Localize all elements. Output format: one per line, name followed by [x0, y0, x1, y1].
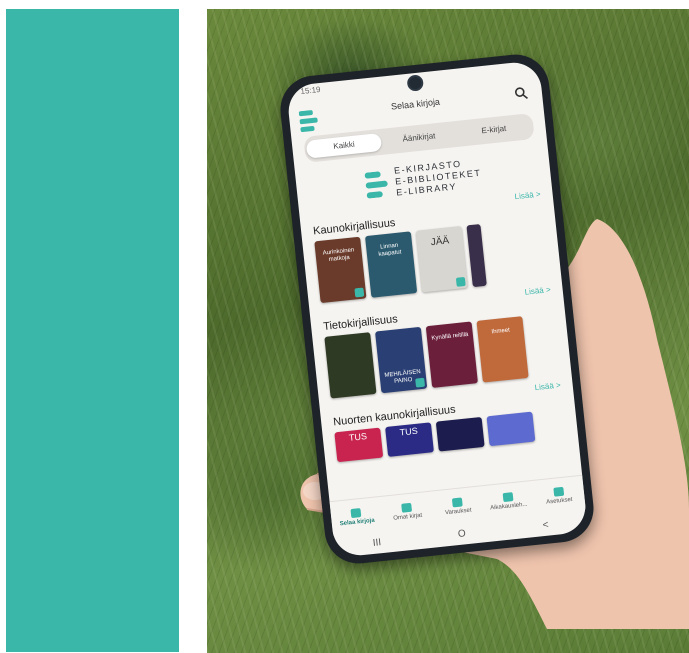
book-cover[interactable] — [466, 224, 487, 288]
cover-title: Linnan kaapatut — [378, 242, 402, 258]
tab-ekirjat[interactable]: E-kirjat — [456, 117, 533, 143]
cover-title: Aurinkoinen matkoja — [322, 247, 355, 264]
book-cover[interactable]: MEHILÄISEN PAINO — [375, 326, 428, 394]
cover-title: TUS — [399, 425, 419, 438]
book-cover[interactable]: Aurinkoinen matkoja — [314, 236, 367, 304]
brand-text: E-KIRJASTO E-BIBLIOTEKET E-LIBRARY — [394, 157, 484, 199]
nav-label: Omat kirjat — [393, 512, 423, 522]
nav-label: Selaa kirjoja — [339, 517, 375, 527]
nav-omat-kirjat[interactable]: Omat kirjat — [380, 492, 434, 531]
status-time: 15:19 — [300, 85, 321, 97]
bookmark-icon — [451, 496, 463, 507]
phone-screen: 15:19 Selaa kirjoja Kaikki Äänikirjat E-… — [285, 60, 589, 558]
nav-selaa-kirjoja[interactable]: Selaa kirjoja — [330, 497, 384, 536]
book-cover[interactable]: TUS — [334, 427, 384, 463]
search-icon[interactable] — [513, 85, 528, 100]
headphones-icon — [415, 377, 426, 388]
cover-title: JÄÄ — [430, 235, 450, 249]
headphones-icon — [455, 276, 466, 287]
headphones-icon — [354, 287, 365, 298]
back-button[interactable]: < — [542, 519, 549, 531]
teal-panel — [6, 9, 179, 652]
magazine-icon — [502, 491, 514, 502]
book-cover[interactable]: Kynällä reitillä — [425, 321, 478, 388]
tab-aanikirjat[interactable]: Äänikirjat — [381, 125, 458, 151]
book-cover[interactable] — [486, 411, 536, 447]
nav-label: Asetukset — [545, 496, 573, 506]
book-cover[interactable]: TUS — [385, 422, 434, 457]
home-button[interactable]: O — [457, 528, 466, 540]
page-title: Selaa kirjoja — [390, 96, 441, 112]
book-cover[interactable] — [435, 416, 485, 452]
book-cover[interactable]: JÄÄ — [415, 225, 468, 293]
book-cover[interactable]: Ihmeet — [476, 316, 529, 383]
nav-label: Varaukset — [444, 507, 472, 516]
smartphone: 15:19 Selaa kirjoja Kaikki Äänikirjat E-… — [277, 51, 597, 567]
bookshelf-icon — [401, 502, 413, 513]
menu-icon[interactable] — [298, 109, 321, 133]
book-cover[interactable] — [324, 332, 377, 399]
nav-aikakauslehdet[interactable]: Aikakausleh... — [481, 481, 535, 520]
nav-varaukset[interactable]: Varaukset — [431, 486, 485, 525]
nav-label: Aikakausleh... — [489, 501, 528, 512]
book-cover[interactable]: Linnan kaapatut — [364, 231, 418, 298]
books-icon — [350, 507, 362, 518]
cover-title: TUS — [348, 431, 368, 443]
gear-icon — [552, 486, 564, 497]
recent-apps-button[interactable]: III — [372, 537, 381, 549]
nav-asetukset[interactable]: Asetukset — [532, 476, 586, 515]
ekirjasto-logo-icon — [364, 171, 388, 198]
cover-title: Kynällä reitillä — [431, 331, 469, 342]
cover-title: Ihmeet — [491, 327, 511, 336]
tab-kaikki[interactable]: Kaikki — [305, 132, 383, 159]
photo: 15:19 Selaa kirjoja Kaikki Äänikirjat E-… — [207, 9, 689, 653]
